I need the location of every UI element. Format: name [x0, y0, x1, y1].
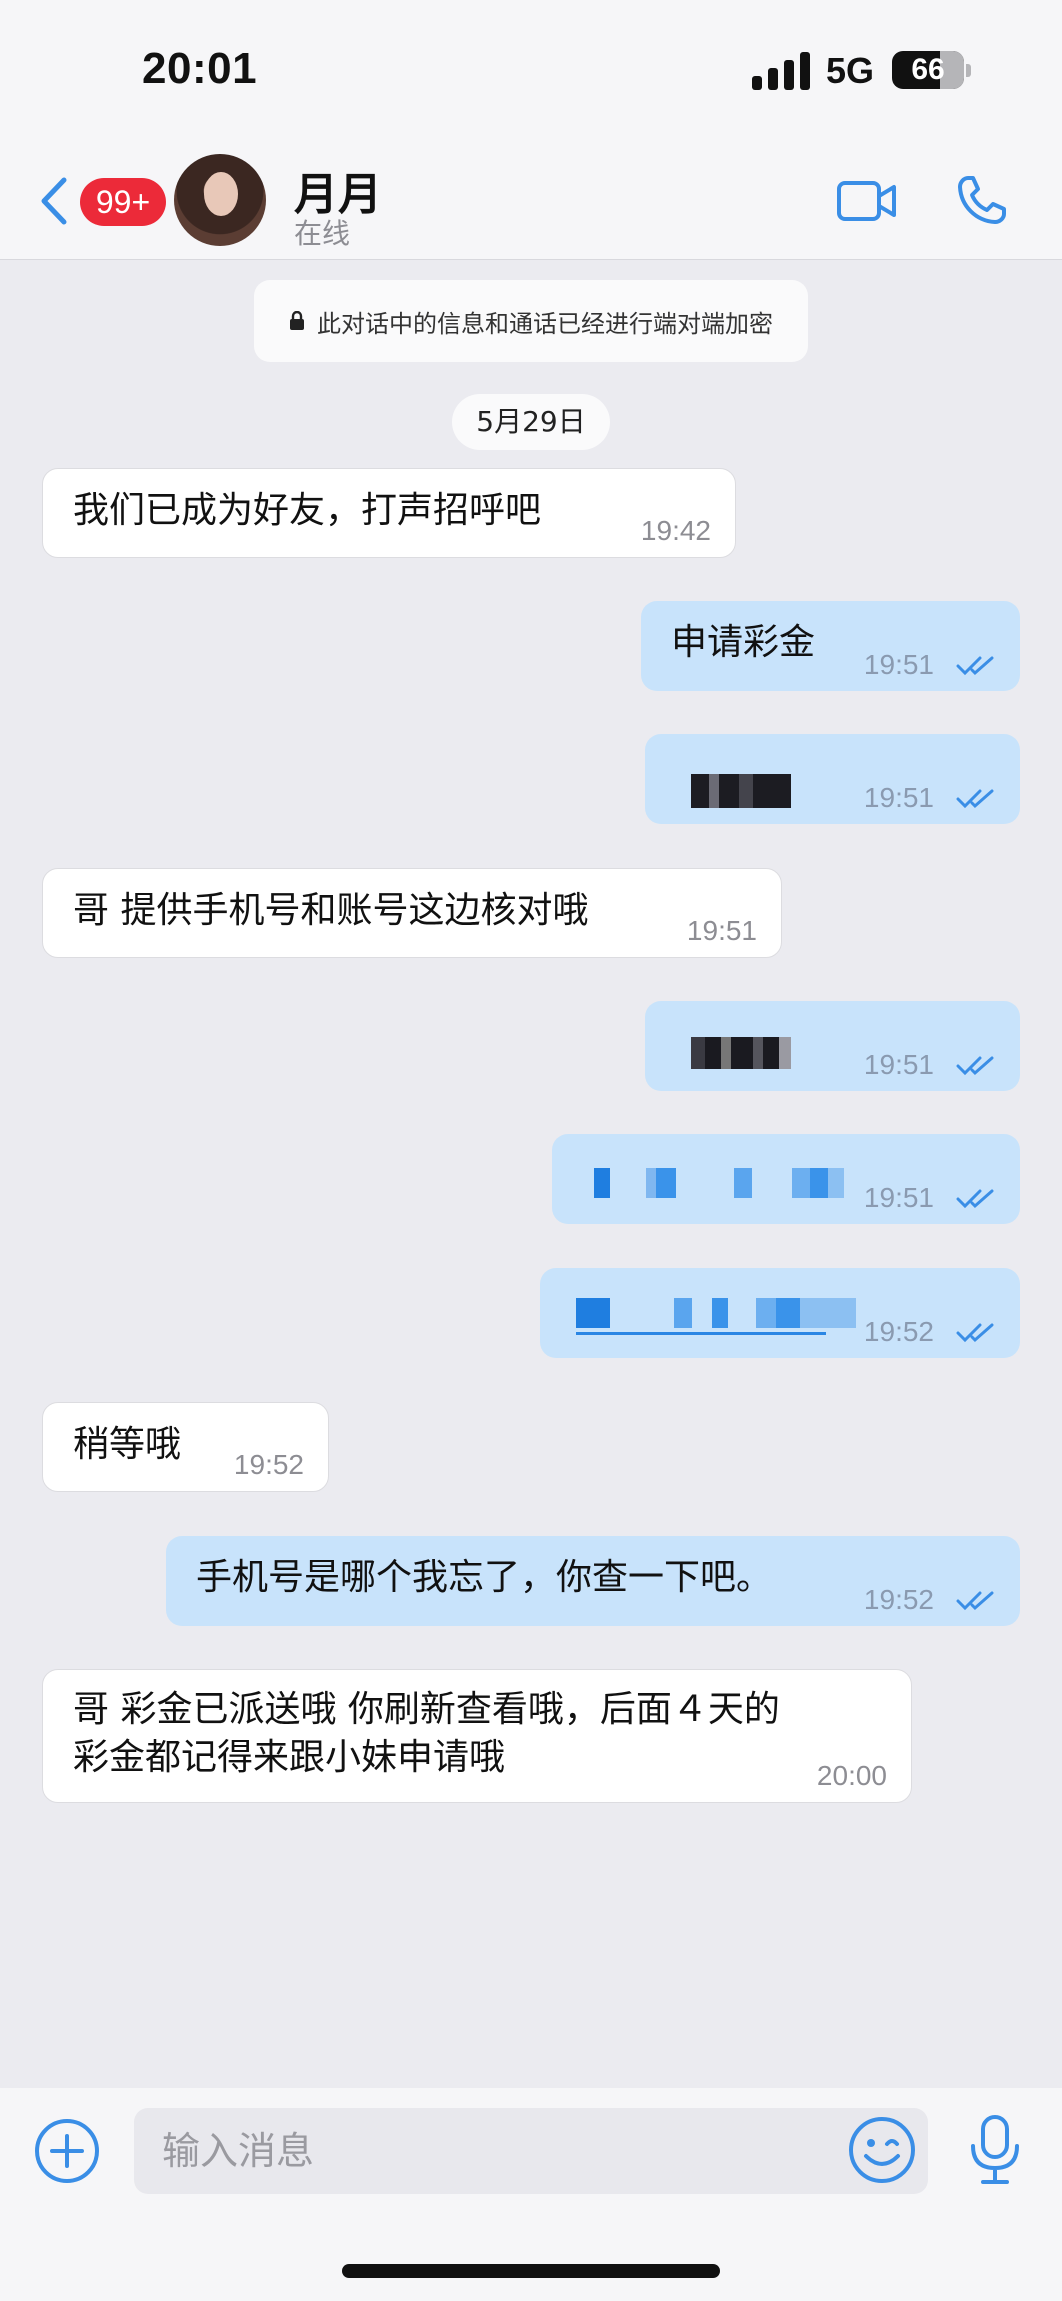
contact-status: 在线 [294, 217, 351, 250]
message-text: 手机号是哪个我忘了，你查一下吧。 [196, 1557, 773, 1598]
message-bubble-outgoing[interactable]: 申请彩金 19:51 [641, 601, 1020, 691]
message-bubble-outgoing-redacted[interactable]: 19:51 [645, 734, 1020, 824]
double-check-icon [956, 1323, 994, 1343]
message-bubble-incoming[interactable]: 哥 彩金已派送哦 你刷新查看哦，后面４天的 彩金都记得来跟小妹申请哦 20:00 [42, 1669, 912, 1803]
message-time: 20:00 [816, 1760, 887, 1791]
message-time: 19:51 [863, 1182, 934, 1213]
message-text: 我们已成为好友，打声招呼吧 [73, 490, 542, 531]
double-check-icon [956, 1056, 994, 1076]
message-text: 申请彩金 [671, 622, 816, 663]
message-bubble-outgoing-redacted[interactable]: 19:52 [540, 1268, 1020, 1358]
message-text: 哥 提供手机号和账号这边核对哦 [73, 890, 589, 931]
message-time: 19:52 [863, 1316, 934, 1347]
signal-icon [752, 52, 810, 90]
message-text-line-1: 哥 彩金已派送哦 你刷新查看哦，后面４天的 [73, 1689, 780, 1730]
plus-circle-icon[interactable] [34, 2118, 100, 2184]
message-bubble-incoming[interactable]: 哥 提供手机号和账号这边核对哦 19:51 [42, 868, 782, 958]
message-input[interactable]: 输入消息 [134, 2108, 928, 2194]
battery-icon: 66 [892, 51, 964, 89]
double-check-icon [956, 1591, 994, 1611]
chevron-left-icon[interactable] [36, 176, 76, 226]
unread-badge[interactable]: 99+ [80, 178, 166, 226]
redacted-underline [576, 1332, 826, 1335]
date-separator: 5月29日 [452, 394, 610, 450]
video-camera-icon[interactable] [836, 178, 898, 224]
message-text: 稍等哦 [73, 1424, 182, 1465]
phone-icon[interactable] [956, 174, 1008, 226]
lock-icon [290, 311, 304, 330]
message-time: 19:52 [863, 1584, 934, 1615]
chat-header: 99+ 月月 在线 [0, 140, 1062, 260]
battery-level: 66 [911, 53, 945, 86]
message-time: 19:51 [863, 782, 934, 813]
status-time: 20:01 [142, 44, 258, 93]
emoji-icon[interactable] [848, 2116, 916, 2184]
status-bar: 20:01 5G 66 [0, 0, 1062, 140]
home-indicator [342, 2264, 720, 2278]
message-time: 19:52 [233, 1449, 304, 1480]
redacted-content [691, 1037, 791, 1069]
encryption-note: 此对话中的信息和通话已经进行端对端加密 [254, 280, 808, 362]
network-label: 5G [826, 50, 875, 91]
redacted-content [691, 774, 791, 808]
message-bubble-outgoing-redacted[interactable]: 19:51 [552, 1134, 1020, 1224]
microphone-icon[interactable] [968, 2114, 1022, 2186]
message-text-line-2: 彩金都记得来跟小妹申请哦 [73, 1737, 506, 1778]
message-time: 19:51 [863, 1049, 934, 1080]
message-bubble-incoming[interactable]: 我们已成为好友，打声招呼吧 19:42 [42, 468, 736, 558]
message-bubble-outgoing[interactable]: 手机号是哪个我忘了，你查一下吧。 19:52 [166, 1536, 1020, 1626]
double-check-icon [956, 656, 994, 676]
redacted-content [576, 1298, 856, 1328]
redacted-content [594, 1168, 844, 1198]
avatar[interactable] [174, 154, 266, 246]
encryption-note-text: 此对话中的信息和通话已经进行端对端加密 [317, 309, 773, 338]
message-bubble-outgoing-redacted[interactable]: 19:51 [645, 1001, 1020, 1091]
message-bubble-incoming[interactable]: 稍等哦 19:52 [42, 1402, 329, 1492]
battery-cap [966, 64, 971, 77]
double-check-icon [956, 789, 994, 809]
message-time: 19:51 [863, 649, 934, 680]
message-time: 19:51 [686, 915, 757, 946]
message-time: 19:42 [640, 515, 711, 546]
double-check-icon [956, 1189, 994, 1209]
